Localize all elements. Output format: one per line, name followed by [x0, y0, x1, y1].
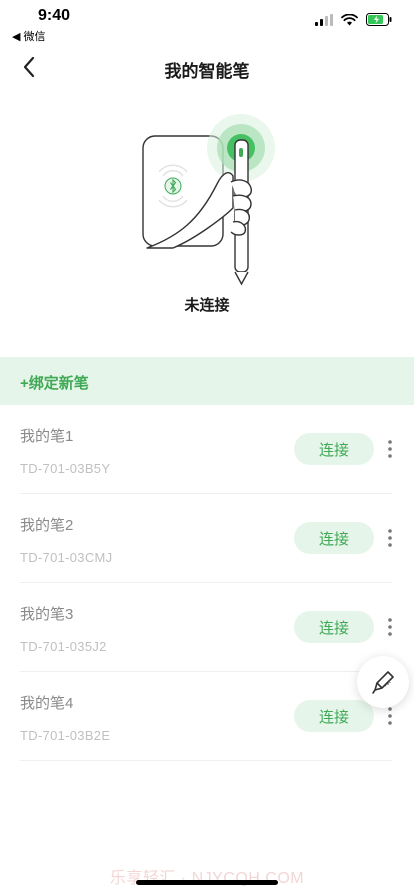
bind-new-pen-label: +绑定新笔: [20, 375, 89, 392]
home-indicator[interactable]: [136, 880, 278, 885]
pen-pairing-illustration: [142, 114, 275, 286]
pen-name: 我的笔1: [20, 428, 74, 445]
more-vertical-icon: [388, 440, 392, 458]
pen-serial: TD-701-03B2E: [20, 728, 111, 743]
pen-list: 我的笔1 TD-701-03B5Y 连接 我的笔2 TD-701-03CMJ 连…: [0, 405, 414, 761]
wifi-icon: [341, 13, 358, 25]
more-vertical-icon: [388, 707, 392, 725]
connect-button[interactable]: 连接: [294, 611, 374, 643]
more-options-button[interactable]: [380, 435, 400, 463]
more-options-button[interactable]: [380, 613, 400, 641]
back-to-app-link[interactable]: ◀ 微信: [12, 28, 46, 44]
status-bar: 9:40 ◀ 微信: [0, 0, 414, 44]
pen-list-item: 我的笔3 TD-701-035J2 连接: [20, 583, 392, 672]
status-time: 9:40: [38, 7, 71, 24]
status-icons: [315, 13, 392, 26]
pen-list-item: 我的笔2 TD-701-03CMJ 连接: [20, 494, 392, 583]
connect-button[interactable]: 连接: [294, 522, 374, 554]
pen-name: 我的笔3: [20, 606, 74, 623]
signal-icon: [315, 13, 333, 26]
floating-pen-button[interactable]: [357, 656, 409, 708]
page-title: 我的智能笔: [164, 62, 250, 81]
bind-new-pen-button[interactable]: +绑定新笔: [0, 357, 414, 405]
pen-name: 我的笔2: [20, 517, 74, 534]
nav-bar: 我的智能笔: [0, 44, 414, 90]
pen-name: 我的笔4: [20, 695, 74, 712]
pen-icon: [372, 671, 394, 694]
pen-serial: TD-701-03B5Y: [20, 461, 111, 476]
pen-serial: TD-701-035J2: [20, 639, 107, 654]
connect-button[interactable]: 连接: [294, 433, 374, 465]
more-vertical-icon: [388, 618, 392, 636]
pen-list-item: 我的笔4 TD-701-03B2E 连接: [20, 672, 392, 761]
connection-status: 未连接: [184, 297, 230, 314]
pen-serial: TD-701-03CMJ: [20, 550, 113, 565]
connect-button[interactable]: 连接: [294, 700, 374, 732]
more-vertical-icon: [388, 529, 392, 547]
pen-list-item: 我的笔1 TD-701-03B5Y 连接: [20, 405, 392, 494]
more-options-button[interactable]: [380, 524, 400, 552]
battery-icon: [366, 13, 392, 26]
